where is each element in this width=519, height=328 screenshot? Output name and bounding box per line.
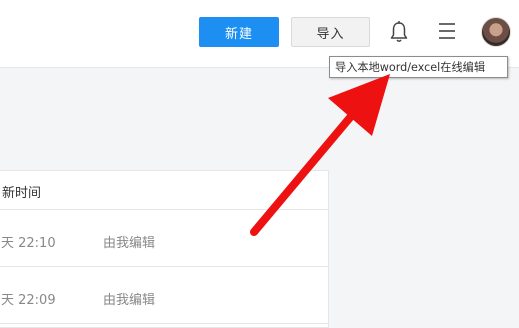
avatar[interactable] [481,17,511,47]
row-editor: 由我编辑 [103,293,156,308]
import-button[interactable]: 导入 [291,17,370,47]
bell-icon[interactable] [389,20,409,44]
table-row[interactable]: 天 22:09 由我编辑 [0,267,328,324]
row-updated-time: 天 22:10 [1,236,56,251]
red-arrow-annotation [250,74,390,236]
row-updated-time: 天 22:09 [1,293,56,308]
new-button[interactable]: 新建 [199,17,279,47]
menu-icon[interactable] [437,22,457,40]
row-editor: 由我编辑 [103,236,156,251]
column-header-updated-time[interactable]: 新时间 [2,182,41,201]
page: 新建 导入 导入本地word/excel在线编辑 新时间 天 22:10 由我编… [0,0,519,328]
